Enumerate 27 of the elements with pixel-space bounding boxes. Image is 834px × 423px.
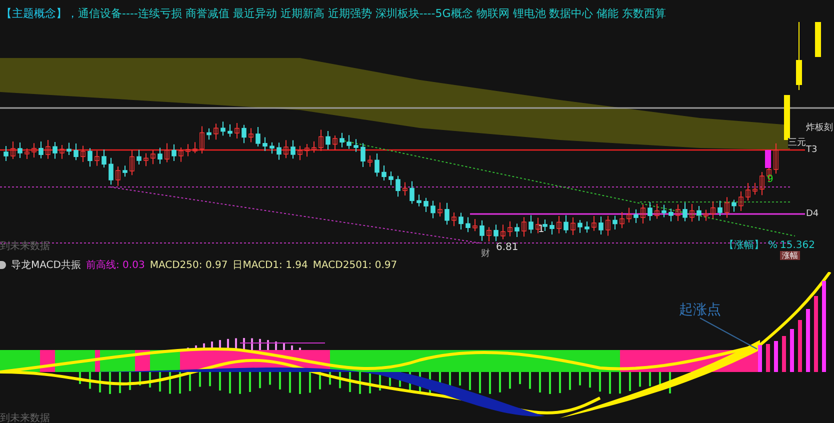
annotation-label: 起涨点 — [679, 301, 721, 320]
indicator-name: 导龙MACD共振 — [11, 258, 81, 272]
candlestick — [765, 150, 771, 168]
future-data-note: 到未来数据 — [0, 240, 50, 254]
signal-number: 9 — [767, 173, 774, 187]
indicator-icon — [0, 261, 6, 269]
gain-unit: % — [768, 239, 778, 253]
line-label: 炸板刻 — [806, 122, 833, 135]
candlestick — [784, 95, 790, 140]
pattern-label: 三元 — [788, 138, 806, 148]
indicator-value: 前高线: 0.03 — [86, 258, 145, 272]
line-label: T3 — [806, 144, 818, 157]
concept-text: 通信设备----连续亏损 商誉减值 最近异动 近期新高 近期强势 深圳板块----5G概念 物联网 锂电池 数据中心 储能 东数西算 — [78, 6, 666, 22]
concept-label: 【主题概念】， — [1, 6, 78, 22]
count-label: 1 — [538, 223, 544, 237]
future-data-note: 到未来数据 — [0, 412, 50, 423]
candlestick — [796, 22, 802, 90]
indicator-value: MACD2501: 0.97 — [312, 258, 398, 272]
price-label: 6.81 — [496, 241, 518, 255]
gain-value: 15.362 — [780, 239, 815, 252]
indicator-value: MACD250: 0.97 — [150, 258, 228, 272]
marker-label: 财 — [481, 248, 490, 261]
line-label: D4 — [806, 208, 819, 221]
gain-label: 【涨幅】 — [724, 238, 764, 253]
indicator-value: 日MACD1: 1.94 — [232, 258, 308, 272]
gain-badge: 涨幅 — [780, 251, 800, 260]
candlestick — [815, 22, 821, 57]
